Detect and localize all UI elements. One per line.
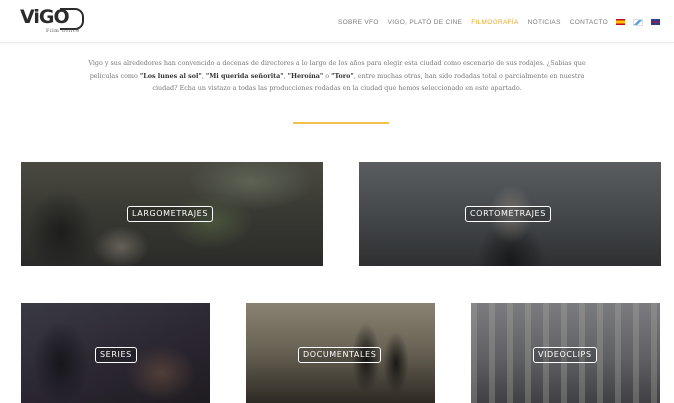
logo-frame-shape — [60, 8, 84, 30]
intro-film-los-lunes-al-sol: "Los lunes al sol" — [139, 71, 202, 80]
category-tile-documentales[interactable]: DOCUMENTALES — [246, 303, 435, 403]
intro-separator: o — [323, 71, 332, 80]
logo-subtitle: Film Office — [46, 28, 80, 34]
category-label-documentales: DOCUMENTALES — [298, 347, 382, 363]
category-tile-videoclips[interactable]: VIDEOCLIPS — [471, 303, 660, 403]
site-header: ViGO Film Office SOBRE VFO VIGO, PLATÓ D… — [0, 0, 674, 43]
spanish-flag-icon[interactable] — [616, 19, 625, 25]
nav-item-noticias[interactable]: NOTICIAS — [528, 19, 561, 26]
category-tile-series[interactable]: SERIES — [21, 303, 210, 403]
vigo-film-office-logo[interactable]: ViGO Film Office — [20, 6, 84, 36]
section-divider — [293, 122, 389, 124]
nav-item-filmografia[interactable]: FILMOGRAFÍA — [471, 19, 518, 26]
category-tile-largometrajes[interactable]: LARGOMETRAJES — [21, 162, 323, 266]
intro-paragraph: Vigo y sus alrededores han convencido a … — [84, 57, 590, 95]
category-label-largometrajes: LARGOMETRAJES — [127, 206, 214, 222]
intro-film-heroina: "Heroína" — [287, 71, 324, 80]
category-label-videoclips: VIDEOCLIPS — [533, 347, 597, 363]
category-label-series: SERIES — [95, 347, 137, 363]
category-label-cortometrajes: CORTOMETRAJES — [465, 206, 551, 222]
intro-film-mi-querida-senorita: "Mi querida señorita" — [205, 71, 284, 80]
uk-flag-icon[interactable] — [651, 19, 660, 25]
main-navigation: SOBRE VFO VIGO, PLATÓ DE CINE FILMOGRAFÍ… — [329, 16, 660, 28]
intro-film-toro: "Toro" — [331, 71, 354, 80]
nav-item-contacto[interactable]: CONTACTO — [570, 19, 608, 26]
galician-flag-icon[interactable] — [633, 18, 643, 26]
category-tile-cortometrajes[interactable]: CORTOMETRAJES — [359, 162, 661, 266]
nav-item-vigo-plato-de-cine[interactable]: VIGO, PLATÓ DE CINE — [388, 19, 463, 26]
nav-item-sobre-vfo[interactable]: SOBRE VFO — [338, 19, 379, 26]
